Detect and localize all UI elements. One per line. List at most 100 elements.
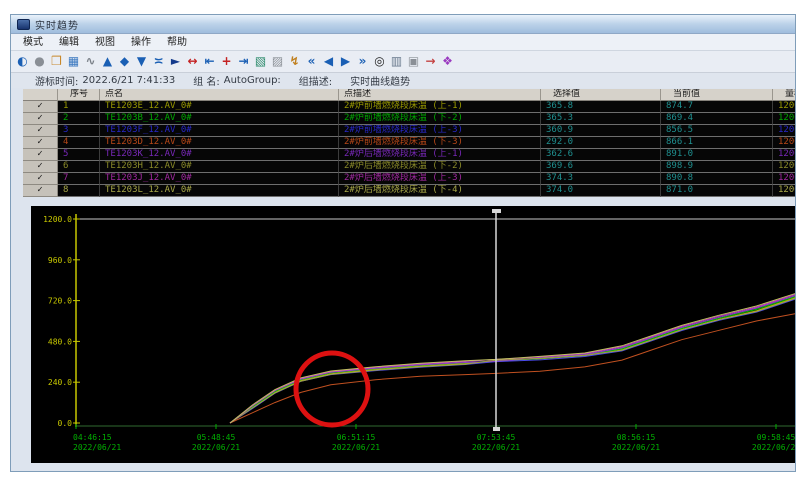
row-num: 3: [58, 125, 100, 137]
menu-item-0[interactable]: 模式: [15, 35, 51, 50]
y-tick-label: 480.0: [48, 337, 72, 346]
save-icon[interactable]: ▨: [269, 52, 286, 71]
selected-value: 369.6: [541, 161, 661, 173]
selected-value: 365.8: [541, 101, 661, 113]
row-checkbox[interactable]: ✓: [23, 125, 58, 137]
row-num: 2: [58, 113, 100, 125]
point-name: TE1203E_12.AV_0#: [100, 101, 339, 113]
selected-value: 362.6: [541, 149, 661, 161]
copy-icon[interactable]: ▧: [252, 52, 269, 71]
x-tick-date: 2022/06/21: [192, 443, 240, 452]
menu-item-1[interactable]: 编辑: [51, 35, 87, 50]
row-checkbox[interactable]: ✓: [23, 185, 58, 197]
column-header-6: 量程: [773, 89, 796, 101]
pointer-icon[interactable]: ►: [167, 52, 184, 71]
menu-item-4[interactable]: 帮助: [159, 35, 195, 50]
table-row[interactable]: ✓4TE1203D_12.AV_0#2#炉前墙燃烧段床温 (下-3)292.08…: [23, 137, 796, 149]
x-tick-date: 2022/06/21: [472, 443, 520, 452]
x-tick-date: 2022/06/21: [73, 443, 121, 452]
zoom-in-icon[interactable]: ▲: [99, 52, 116, 71]
status-line: 游标时间: 2022.6/21 7:41:33 组 名: AutoGroup: …: [11, 73, 795, 88]
menu-item-2[interactable]: 视图: [87, 35, 123, 50]
row-num: 8: [58, 185, 100, 197]
range-value: 1200: [773, 149, 796, 161]
page-left-icon[interactable]: ⇤: [201, 52, 218, 71]
selected-value: 365.3: [541, 113, 661, 125]
expand-x-icon[interactable]: ↔: [184, 52, 201, 71]
range-value: 1200: [773, 101, 796, 113]
page-right-icon[interactable]: ⇥: [235, 52, 252, 71]
point-name: TE1203D_12.AV_0#: [100, 137, 339, 149]
table-row[interactable]: ✓1TE1203E_12.AV_0#2#炉前墙燃烧段床温 (上-1)365.88…: [23, 101, 796, 113]
current-value: 890.8: [661, 173, 773, 185]
table-row[interactable]: ✓6TE1203H_12.AV_0#2#炉后墙燃烧段床温 (下-2)369.68…: [23, 161, 796, 173]
add-cursor-icon[interactable]: +: [218, 52, 235, 71]
curve-icon[interactable]: ∿: [82, 52, 99, 71]
table-row[interactable]: ✓8TE1203L_12.AV_0#2#炉后墙燃烧段床温 (下-4)374.08…: [23, 185, 796, 197]
point-name: TE1203J_12.AV_0#: [100, 173, 339, 185]
x-tick-time: 06:51:15: [337, 433, 376, 442]
table-row[interactable]: ✓5TE1203K_12.AV_0#2#炉后墙燃烧段床温 (上-1)362.68…: [23, 149, 796, 161]
current-value: 871.0: [661, 185, 773, 197]
current-value: 869.4: [661, 113, 773, 125]
table-row[interactable]: ✓3TE1203F_12.AV_0#2#炉前墙燃烧段床温 (上-3)360.98…: [23, 125, 796, 137]
point-name: TE1203K_12.AV_0#: [100, 149, 339, 161]
screenshot-stage: 实时趋势 模式编辑视图操作帮助 ◐●❒▦∿▲◆▼≍►↔⇤+⇥▧▨↯«◀▶»◎▥▣…: [0, 0, 800, 500]
table-row[interactable]: ✓2TE1203B_12.AV_0#2#炉前墙燃烧段床温 (下-2)365.38…: [23, 113, 796, 125]
cursor-time-value: 2022.6/21 7:41:33: [82, 75, 175, 86]
x-tick-date: 2022/06/21: [332, 443, 380, 452]
tools-icon[interactable]: ↯: [286, 52, 303, 71]
fast-fwd-icon[interactable]: »: [354, 52, 371, 71]
point-desc: 2#炉前墙燃烧段床温 (上-3): [339, 125, 541, 137]
point-desc: 2#炉后墙燃烧段床温 (下-4): [339, 185, 541, 197]
column-header-1: 序号: [58, 89, 100, 101]
range-value: 1200: [773, 137, 796, 149]
x-tick-time: 09:58:45: [757, 433, 795, 442]
annotation-circle: [296, 353, 368, 425]
point-desc: 2#炉后墙燃烧段床温 (上-1): [339, 149, 541, 161]
point-name: TE1203F_12.AV_0#: [100, 125, 339, 137]
row-checkbox[interactable]: ✓: [23, 149, 58, 161]
point-desc: 2#炉后墙燃烧段床温 (下-2): [339, 161, 541, 173]
row-num: 1: [58, 101, 100, 113]
row-checkbox[interactable]: ✓: [23, 137, 58, 149]
print-icon[interactable]: ▣: [405, 52, 422, 71]
x-tick-date: 2022/06/21: [612, 443, 660, 452]
search-icon[interactable]: ◎: [371, 52, 388, 71]
current-value: 874.7: [661, 101, 773, 113]
step-back-icon[interactable]: ◀: [320, 52, 337, 71]
export-icon[interactable]: →: [422, 52, 439, 71]
zoom-out-icon[interactable]: ▼: [133, 52, 150, 71]
report-icon[interactable]: ▥: [388, 52, 405, 71]
time-cursor[interactable]: [492, 209, 501, 431]
cursor-time-label: 游标时间:: [35, 73, 78, 88]
row-checkbox[interactable]: ✓: [23, 113, 58, 125]
step-fwd-icon[interactable]: ▶: [337, 52, 354, 71]
table-row[interactable]: ✓7TE1203J_12.AV_0#2#炉后墙燃烧段床温 (上-3)374.38…: [23, 173, 796, 185]
fast-back-icon[interactable]: «: [303, 52, 320, 71]
row-checkbox[interactable]: ✓: [23, 101, 58, 113]
palette-icon[interactable]: ❖: [439, 52, 456, 71]
table-icon[interactable]: ▦: [65, 52, 82, 71]
realtime-icon[interactable]: ◐: [14, 52, 31, 71]
fit-icon[interactable]: ◆: [116, 52, 133, 71]
row-checkbox[interactable]: ✓: [23, 173, 58, 185]
x-tick-time: 05:48:45: [197, 433, 236, 442]
group-desc-value: 实时曲线趋势: [350, 73, 410, 88]
row-num: 5: [58, 149, 100, 161]
row-num: 7: [58, 173, 100, 185]
toolbar: ◐●❒▦∿▲◆▼≍►↔⇤+⇥▧▨↯«◀▶»◎▥▣→❖: [11, 51, 795, 73]
compress-icon[interactable]: ≍: [150, 52, 167, 71]
row-checkbox[interactable]: ✓: [23, 161, 58, 173]
menu-item-3[interactable]: 操作: [123, 35, 159, 50]
point-desc: 2#炉前墙燃烧段床温 (下-2): [339, 113, 541, 125]
x-tick-date: 2022/06/21: [752, 443, 795, 452]
tag-table: 序号点名点描述选择值当前值量程✓1TE1203E_12.AV_0#2#炉前墙燃烧…: [23, 89, 796, 197]
open-icon[interactable]: ❒: [48, 52, 65, 71]
stop-icon[interactable]: ●: [31, 52, 48, 71]
point-name: TE1203L_12.AV_0#: [100, 185, 339, 197]
range-value: 1200: [773, 173, 796, 185]
point-name: TE1203H_12.AV_0#: [100, 161, 339, 173]
range-value: 1200: [773, 125, 796, 137]
x-tick-time: 04:46:15: [73, 433, 112, 442]
